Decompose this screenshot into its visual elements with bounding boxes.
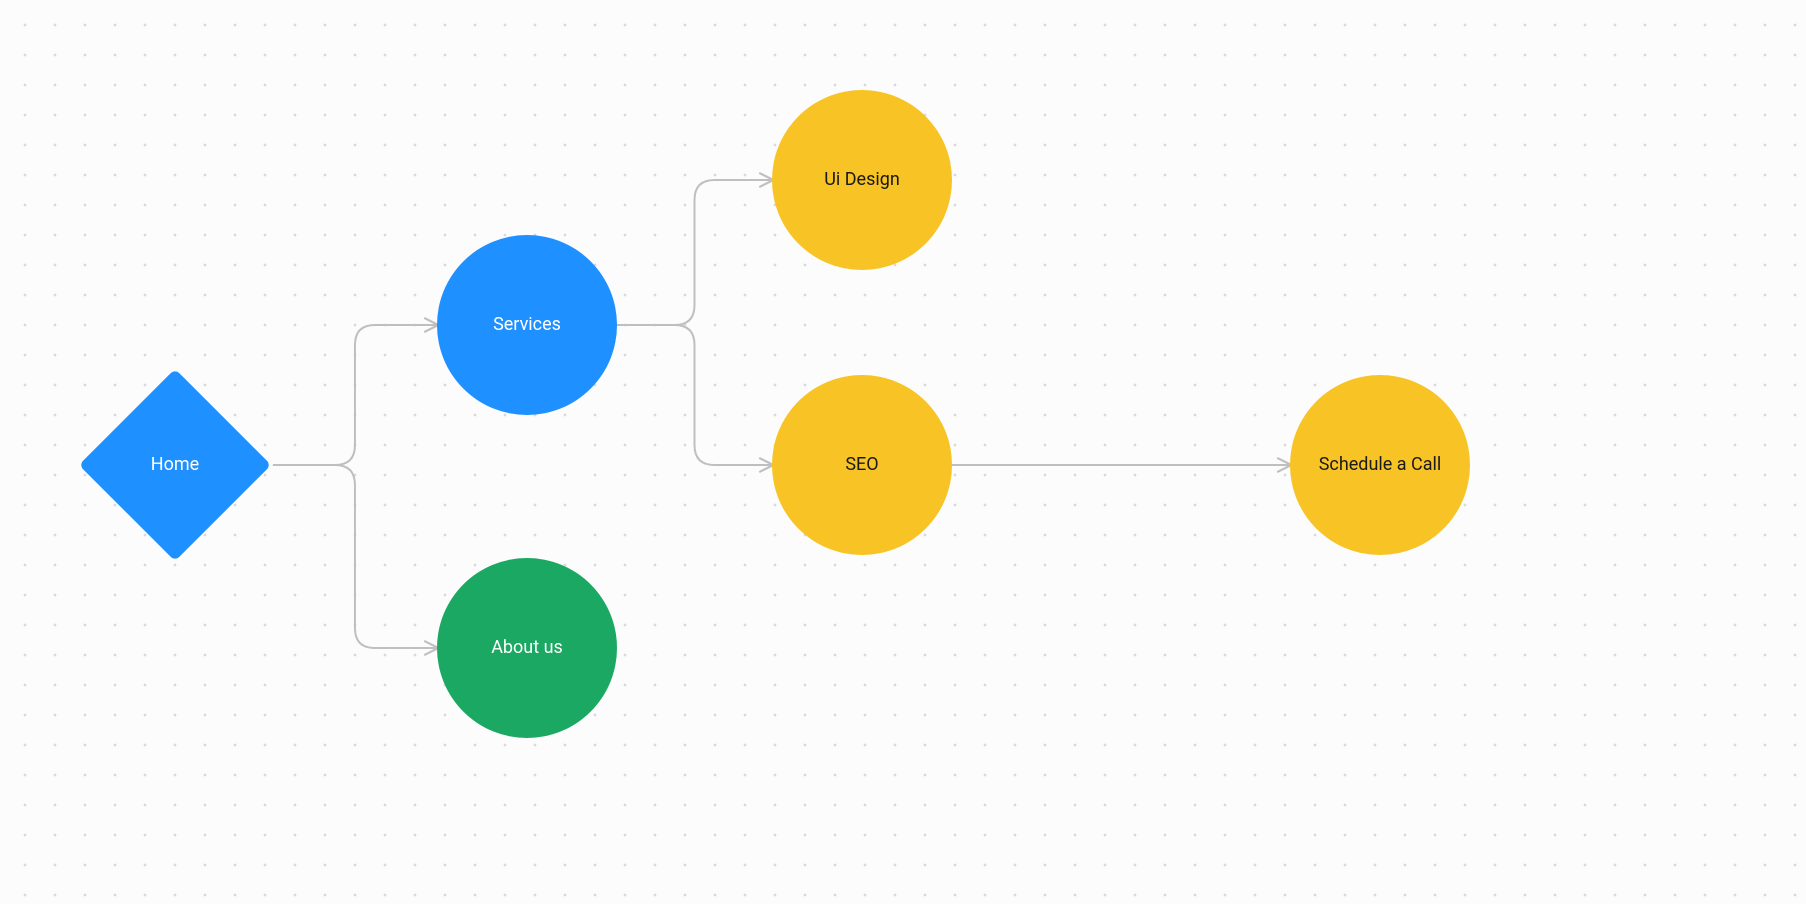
- edge-home-to-services: [273, 325, 437, 465]
- node-schedule[interactable]: Schedule a Call: [1290, 375, 1470, 555]
- node-label: Home: [151, 453, 199, 476]
- node-label: SEO: [845, 453, 878, 476]
- node-about[interactable]: About us: [437, 558, 617, 738]
- node-home[interactable]: Home: [107, 397, 243, 533]
- node-label: Ui Design: [824, 168, 900, 191]
- node-services[interactable]: Services: [437, 235, 617, 415]
- edge-services-to-uidesign: [617, 180, 772, 325]
- node-seo[interactable]: SEO: [772, 375, 952, 555]
- node-label: Services: [493, 313, 561, 336]
- edge-services-to-seo: [617, 325, 772, 465]
- node-label: Schedule a Call: [1319, 453, 1442, 476]
- node-uidesign[interactable]: Ui Design: [772, 90, 952, 270]
- node-label: About us: [491, 636, 563, 659]
- edge-home-to-about: [273, 465, 437, 648]
